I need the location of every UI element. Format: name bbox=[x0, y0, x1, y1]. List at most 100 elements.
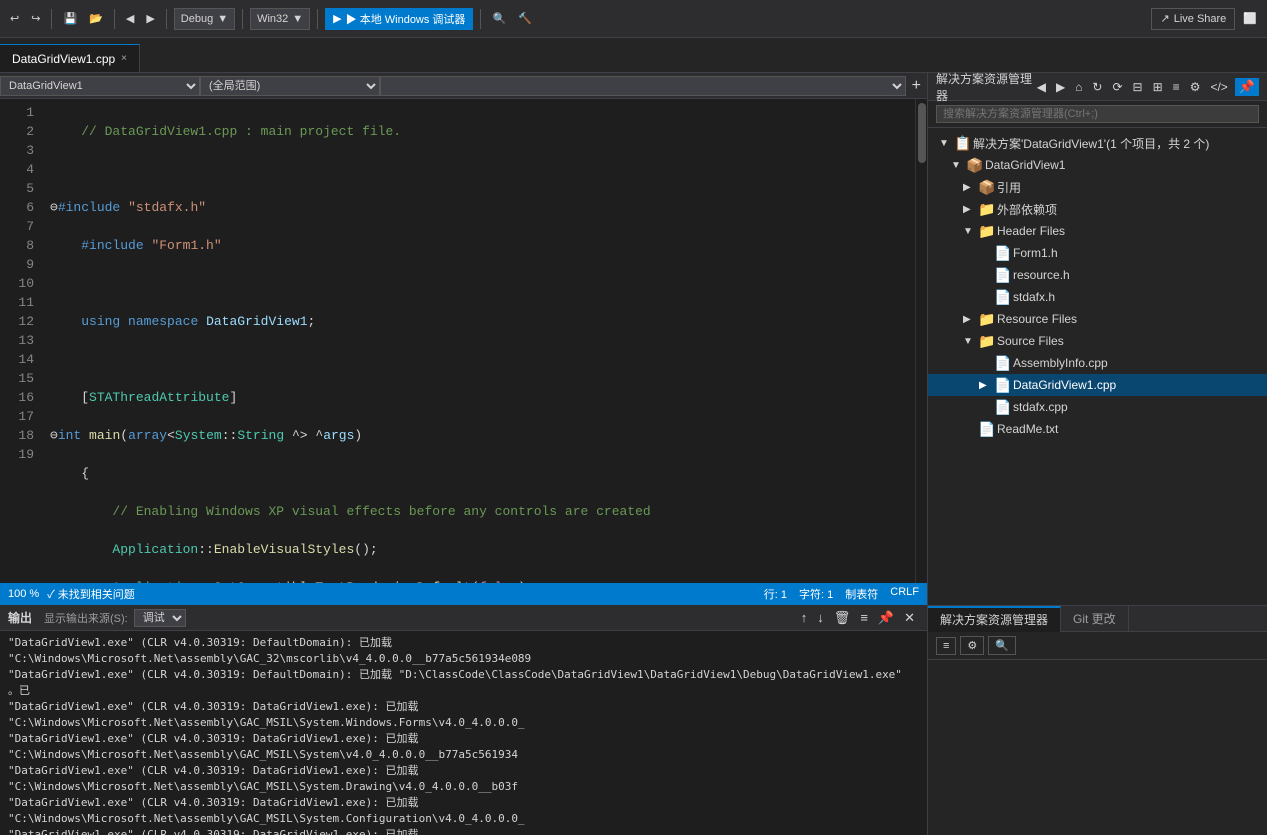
project-icon: 📦 bbox=[966, 157, 982, 174]
maximize-button[interactable]: ⬜ bbox=[1239, 10, 1261, 27]
redo-button[interactable]: ↪ bbox=[27, 10, 44, 27]
output-down-btn[interactable]: ↓ bbox=[813, 609, 828, 627]
code-line-9: ⊖int main(array<System::String ^> ^args) bbox=[50, 426, 915, 445]
collapse-9[interactable]: ⊖ bbox=[50, 428, 58, 443]
solution-explorer-title: 解决方案资源管理器 bbox=[936, 70, 1034, 104]
member-selector[interactable] bbox=[380, 76, 906, 96]
tree-item-assemblyinfo[interactable]: 📄 AssemblyInfo.cpp bbox=[928, 352, 1267, 374]
tree-item-datagridview1cpp[interactable]: ▶ 📄 DataGridView1.cpp bbox=[928, 374, 1267, 396]
sol-code-view[interactable]: </> bbox=[1207, 78, 1230, 96]
scope-selector[interactable]: (全局范围) bbox=[200, 76, 380, 96]
output-close-btn[interactable]: ✕ bbox=[900, 609, 919, 627]
forward-button[interactable]: ▶ bbox=[142, 10, 158, 27]
output-wrap-btn[interactable]: ≡ bbox=[856, 609, 872, 627]
tree-item-stdafxh[interactable]: 📄 stdafx.h bbox=[928, 286, 1267, 308]
save-button[interactable]: 💾 bbox=[59, 10, 81, 27]
stdafxh-label: stdafx.h bbox=[1013, 290, 1055, 304]
file-tab-datagridview1[interactable]: DataGridView1.cpp × bbox=[0, 44, 140, 72]
status-left: 100 % ✓ 未找到相关问题 bbox=[8, 586, 135, 602]
solution-explorer-header: 解决方案资源管理器 ◀ ▶ ⌂ ↻ ⟳ ⊟ ⊞ ≡ ⚙ </> 📌 bbox=[928, 73, 1267, 101]
tree-item-extdep[interactable]: ▶ 📁 外部依赖项 bbox=[928, 198, 1267, 220]
line-num-19: 19 bbox=[0, 445, 34, 464]
tree-item-srcfiles[interactable]: ▼ 📁 Source Files bbox=[928, 330, 1267, 352]
tab-bar: DataGridView1.cpp × bbox=[0, 38, 1267, 73]
tree-item-readmetxt[interactable]: 📄 ReadMe.txt bbox=[928, 418, 1267, 440]
tree-item-resourceh[interactable]: 📄 resource.h bbox=[928, 264, 1267, 286]
bottom-row: 输出 显示输出来源(S): 调试 ↑ ↓ 🗑 ≡ 📌 ✕ "DataGr bbox=[0, 605, 1267, 835]
tree-item-resfiles[interactable]: ▶ 📁 Resource Files bbox=[928, 308, 1267, 330]
line-num-9: 9 bbox=[0, 255, 34, 274]
code-editor[interactable]: 1 2 3 4 5 6 7 8 9 10 11 12 13 14 bbox=[0, 99, 915, 583]
rbt-tab1-label: 解决方案资源管理器 bbox=[940, 611, 1048, 628]
output-clear-btn[interactable]: 🗑 bbox=[830, 609, 855, 627]
back-button[interactable]: ◀ bbox=[122, 10, 138, 27]
output-source-select[interactable]: 调试 bbox=[134, 609, 186, 627]
line-num-4: 4 bbox=[0, 160, 34, 179]
platform-dropdown[interactable]: Win32 ▼ bbox=[250, 8, 310, 30]
tree-item-ref[interactable]: ▶ 📦 引用 bbox=[928, 176, 1267, 198]
file-selector[interactable]: DataGridView1 bbox=[0, 76, 200, 96]
sol-show-all[interactable]: ⊞ bbox=[1150, 78, 1166, 96]
sol-pin[interactable]: 📌 bbox=[1235, 78, 1259, 96]
props-sort-btn[interactable]: ≡ bbox=[936, 637, 956, 655]
project-arrow: ▼ bbox=[951, 160, 963, 171]
sol-sync[interactable]: ⟳ bbox=[1109, 78, 1125, 96]
project-node[interactable]: ▼ 📦 DataGridView1 bbox=[928, 154, 1267, 176]
platform-arrow: ▼ bbox=[292, 13, 303, 25]
indent-type[interactable]: 制表符 bbox=[845, 586, 878, 602]
add-file-button[interactable]: + bbox=[906, 77, 927, 95]
open-button[interactable]: 📂 bbox=[85, 10, 107, 27]
output-line-3: "DataGridView1.exe" (CLR v4.0.30319: Dat… bbox=[8, 699, 919, 731]
editor-section: DataGridView1 (全局范围) + 1 2 3 4 bbox=[0, 73, 927, 605]
output-pin-btn[interactable]: 📌 bbox=[874, 609, 898, 627]
solution-icon: 📋 bbox=[954, 135, 970, 152]
sol-refresh[interactable]: ↻ bbox=[1089, 78, 1105, 96]
rbt-tab-solution-explorer[interactable]: 解决方案资源管理器 bbox=[928, 606, 1061, 632]
sol-nav-back[interactable]: ◀ bbox=[1034, 78, 1049, 96]
tree-item-stdafxcpp[interactable]: 📄 stdafx.cpp bbox=[928, 396, 1267, 418]
output-up-btn[interactable]: ↑ bbox=[797, 609, 812, 627]
solution-header-icons: ◀ ▶ ⌂ ↻ ⟳ ⊟ ⊞ ≡ ⚙ </> 📌 bbox=[1034, 78, 1259, 96]
live-share-button[interactable]: ↗ Live Share bbox=[1151, 8, 1235, 30]
toolbar-separator-6 bbox=[480, 9, 481, 29]
properties-area: ≡ ⚙ 🔍 bbox=[928, 632, 1267, 835]
line-indicator: 行: 1 bbox=[764, 586, 787, 602]
build-button[interactable]: 🔨 bbox=[514, 10, 536, 27]
undo-button[interactable]: ↩ bbox=[6, 10, 23, 27]
rbt-tab-git-changes[interactable]: Git 更改 bbox=[1061, 606, 1129, 632]
sol-collapse[interactable]: ⊟ bbox=[1130, 78, 1146, 96]
platform-label: Win32 bbox=[257, 13, 288, 25]
tree-item-header[interactable]: ▼ 📁 Header Files bbox=[928, 220, 1267, 242]
solution-label: 解决方案'DataGridView1'(1 个项目，共 2 个) bbox=[973, 135, 1209, 152]
zoom-level[interactable]: 100 % bbox=[8, 588, 39, 600]
sol-filter[interactable]: ≡ bbox=[1170, 78, 1183, 96]
code-content[interactable]: // DataGridView1.cpp : main project file… bbox=[42, 99, 915, 583]
line-num-10: 10 bbox=[0, 274, 34, 293]
line-ending[interactable]: CRLF bbox=[890, 586, 919, 602]
debug-config-dropdown[interactable]: Debug ▼ bbox=[174, 8, 235, 30]
toolbar-separator-5 bbox=[317, 9, 318, 29]
collapse-3[interactable]: ⊖ bbox=[50, 200, 58, 215]
tree-item-form1h[interactable]: 📄 Form1.h bbox=[928, 242, 1267, 264]
extdep-icon: 📁 bbox=[978, 201, 994, 218]
props-search-btn[interactable]: 🔍 bbox=[988, 636, 1016, 655]
tab-close-icon[interactable]: × bbox=[121, 53, 127, 64]
run-label: ▶ 本地 Windows 调试器 bbox=[346, 11, 466, 27]
code-line-2 bbox=[50, 160, 915, 179]
sol-settings[interactable]: ⚙ bbox=[1187, 78, 1204, 96]
editor-scrollbar[interactable] bbox=[915, 99, 927, 583]
run-debugger-button[interactable]: ▶ ▶ 本地 Windows 调试器 bbox=[325, 8, 473, 30]
solution-node[interactable]: ▼ 📋 解决方案'DataGridView1'(1 个项目，共 2 个) bbox=[928, 132, 1267, 154]
extdep-arrow: ▶ bbox=[963, 204, 975, 215]
output-controls: 显示输出来源(S): 调试 bbox=[44, 609, 186, 627]
solution-search-input[interactable] bbox=[936, 105, 1259, 123]
sol-nav-forward[interactable]: ▶ bbox=[1053, 78, 1068, 96]
code-line-8: [STAThreadAttribute] bbox=[50, 388, 915, 407]
scroll-thumb[interactable] bbox=[918, 103, 926, 163]
resfiles-arrow: ▶ bbox=[963, 314, 975, 325]
assemblyinfo-label: AssemblyInfo.cpp bbox=[1013, 356, 1108, 370]
header-icon: 📁 bbox=[978, 223, 994, 240]
search-button[interactable]: 🔍 bbox=[488, 10, 510, 27]
props-gear-btn[interactable]: ⚙ bbox=[960, 636, 984, 655]
sol-home[interactable]: ⌂ bbox=[1072, 78, 1085, 96]
